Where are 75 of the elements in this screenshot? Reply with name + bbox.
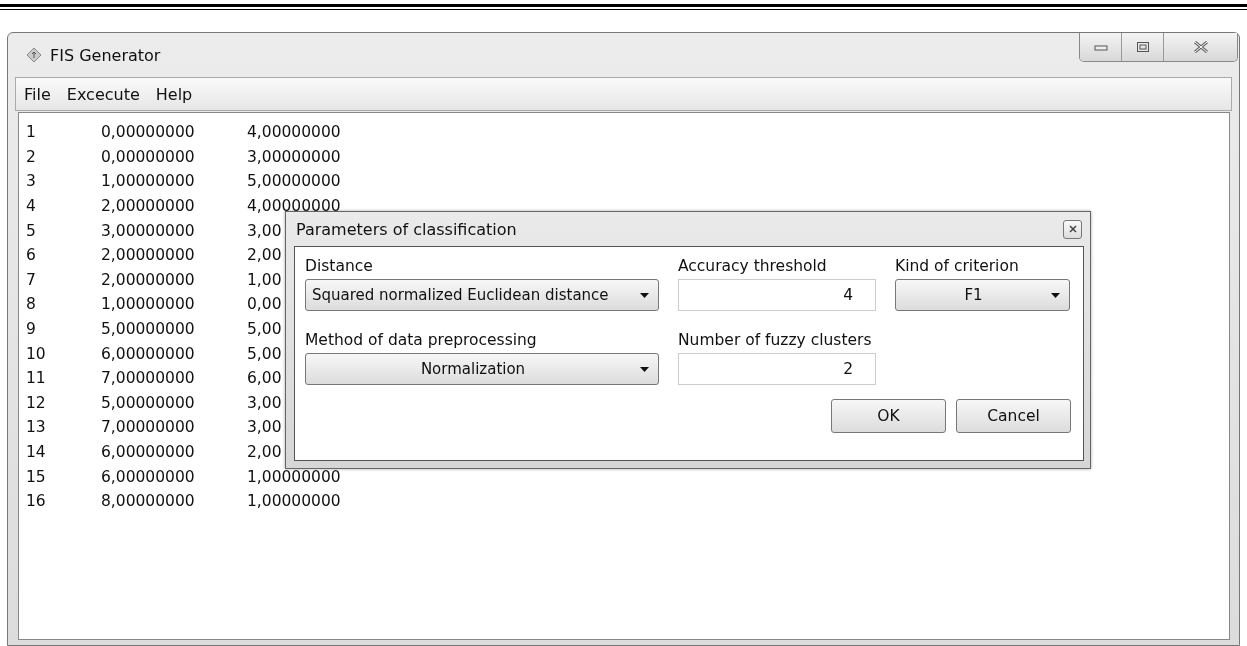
table-cell: 1,00000000: [247, 492, 341, 511]
table-cell-text: 6,00000000: [101, 443, 196, 461]
row-number: 1: [25, 123, 37, 142]
table-cell-text: 2,00000000: [101, 246, 196, 265]
table-cell: 5,00: [247, 344, 282, 363]
table-cell: 3,00000000: [247, 147, 341, 166]
dialog-button[interactable]: OK: [831, 399, 946, 433]
table-cell: 1,00: [247, 270, 282, 289]
row-number: 14: [25, 443, 47, 461]
table-cell-text: 5,00000000: [101, 320, 196, 339]
row-number: 10: [25, 344, 47, 363]
dialog-button[interactable]: Cancel: [956, 399, 1071, 433]
close-icon: [1067, 224, 1078, 234]
row-number: 15: [25, 467, 47, 486]
table-cell: 3,00: [247, 418, 282, 437]
row-number: 13: [25, 418, 47, 437]
table-cell: 5,00: [247, 320, 282, 339]
table-cell-text: 2,00000000: [101, 270, 196, 289]
maximize-button[interactable]: [1122, 33, 1164, 61]
table-cell: 5,00000000: [247, 172, 341, 191]
menu-item[interactable]: Help: [155, 84, 193, 104]
table-cell: 3,00: [247, 221, 282, 240]
row-number: 12: [25, 393, 47, 412]
table-cell-text: 8,00000000: [101, 492, 196, 511]
table-cell: 6,00: [247, 369, 282, 388]
input-field[interactable]: 2: [678, 353, 876, 385]
caret-icon: [640, 366, 649, 372]
menu-item[interactable]: Excecute: [66, 84, 140, 104]
table-cell: 1,00000000: [247, 467, 341, 486]
close-button[interactable]: [1063, 219, 1082, 239]
dropdown[interactable]: F1: [895, 279, 1070, 311]
table-cell-text: 7,00000000: [101, 418, 196, 437]
row-number: 11: [25, 369, 47, 388]
table-cell-text: 0,00000000: [101, 123, 196, 142]
input-field[interactable]: 4: [678, 279, 876, 311]
row-number: 5: [25, 221, 37, 240]
table-cell-text: 3,00000000: [101, 221, 196, 240]
row-number: 7: [25, 270, 37, 289]
field-label: Kind of criterion: [895, 257, 1020, 275]
table-cell-text: 0,00000000: [101, 147, 196, 166]
table-cell-text: 2,00000000: [101, 197, 196, 216]
table-cell: 0,00: [247, 295, 282, 314]
row-number: 2: [25, 147, 37, 166]
field-label: Distance: [305, 257, 374, 275]
minimize-icon: [1093, 43, 1108, 51]
window-title: FIS Generator: [50, 45, 161, 65]
diamond-icon: [26, 47, 42, 63]
field-label: Accuracy threshold: [678, 257, 828, 275]
row-number: 6: [25, 246, 37, 265]
table-cell: 4,00000000: [247, 197, 341, 216]
dropdown[interactable]: Normalization: [305, 353, 659, 385]
table-cell: 4,00000000: [247, 123, 341, 142]
caret-icon: [1051, 292, 1060, 298]
close-icon: [1192, 41, 1209, 53]
caret-icon: [640, 292, 649, 298]
menu-item[interactable]: File: [24, 84, 51, 104]
row-number: 9: [25, 320, 37, 339]
table-cell-text: 7,00000000: [101, 369, 196, 388]
dropdown[interactable]: Squared normalized Euclidean distance: [305, 279, 659, 311]
table-cell-text: 6,00000000: [101, 467, 196, 486]
table-cell: 2,00: [247, 246, 282, 265]
table-cell-text: 1,00000000: [101, 172, 196, 191]
field-label: Number of fuzzy clusters: [678, 331, 873, 349]
table-cell-text: 1,00000000: [101, 295, 196, 314]
maximize-icon: [1135, 41, 1150, 53]
row-number: 4: [25, 197, 37, 216]
row-number: 16: [25, 492, 47, 511]
table-cell-text: 5,00000000: [101, 393, 196, 412]
row-number: 3: [25, 172, 37, 191]
table-cell: 3,00: [247, 393, 282, 412]
field-label: Method of data preprocessing: [305, 331, 538, 349]
row-number: 8: [25, 295, 37, 314]
table-cell: 2,00: [247, 443, 282, 461]
dialog-title: Parameters of classification: [296, 219, 517, 239]
table-cell-text: 6,00000000: [101, 344, 196, 363]
